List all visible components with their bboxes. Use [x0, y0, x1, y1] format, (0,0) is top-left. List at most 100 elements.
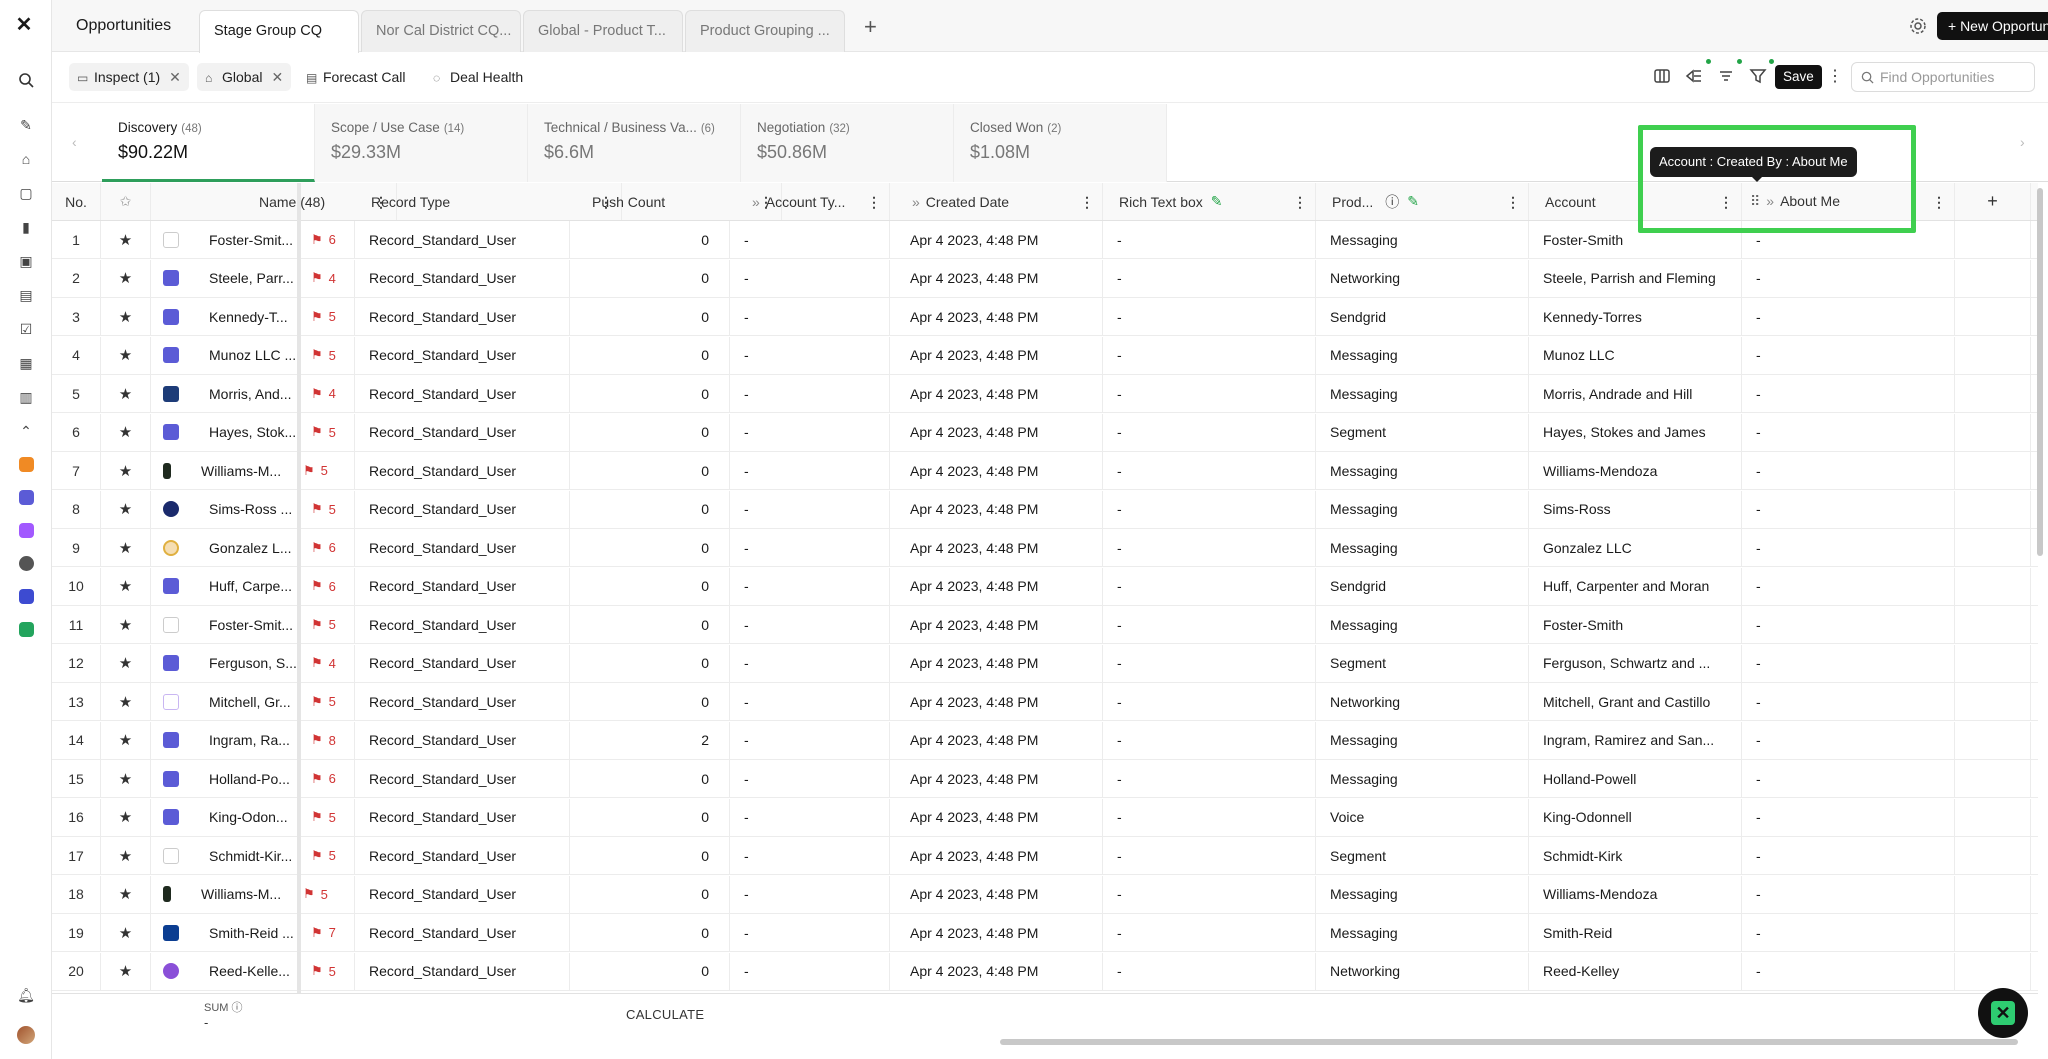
chip-deal-health[interactable]: ◌ Deal Health [425, 63, 531, 91]
record-type-cell[interactable]: Record_Standard_User [355, 567, 570, 605]
pin-icon[interactable]: ✎ [16, 115, 36, 135]
stage-card-discovery[interactable]: Discovery (48) $90.22M [102, 104, 315, 182]
record-type-cell[interactable]: Record_Standard_User [355, 529, 570, 566]
stage-next-arrow[interactable]: › [2020, 134, 2025, 150]
push-count-cell[interactable]: 0 [570, 452, 730, 489]
stage-prev-arrow[interactable]: ‹ [72, 134, 77, 150]
product-cell[interactable]: Messaging [1316, 529, 1529, 566]
app-building-icon[interactable] [19, 490, 34, 505]
col-header-no[interactable]: No. [52, 183, 101, 220]
favorite-star-icon[interactable]: ★ [101, 952, 151, 990]
sum-label[interactable]: SUM ⓘ [204, 999, 243, 1015]
table-row[interactable]: 8 ★ Sims-Ross ... ⚑ 5 Record_Standard_User 0- A… [52, 490, 2038, 529]
name-cell[interactable]: Holland-Po... ⚑ 6 [151, 760, 355, 797]
account-cell[interactable]: Holland-Powell [1529, 760, 1742, 797]
opportunity-name[interactable]: Foster-Smit... [209, 617, 305, 633]
push-count-cell[interactable]: 0 [570, 375, 730, 412]
push-count-cell[interactable]: 0 [570, 798, 730, 836]
push-count-cell[interactable]: 0 [570, 336, 730, 374]
favorite-star-icon[interactable]: ★ [101, 452, 151, 489]
record-type-cell[interactable]: Record_Standard_User [355, 490, 570, 528]
opportunity-name[interactable]: Williams-M... [201, 886, 297, 902]
product-cell[interactable]: Messaging [1316, 452, 1529, 489]
rich-text-cell[interactable]: - [1103, 875, 1316, 913]
product-cell[interactable]: Messaging [1316, 490, 1529, 528]
product-cell[interactable]: Messaging [1316, 221, 1529, 258]
rich-text-cell[interactable]: - [1103, 221, 1316, 258]
account-type-cell[interactable]: - [730, 798, 890, 836]
vertical-scrollbar[interactable] [2037, 188, 2043, 556]
table-row[interactable]: 4 ★ Munoz LLC ... ⚑ 5 Record_Standard_User 0- A… [52, 336, 2038, 375]
about-me-cell[interactable]: - [1742, 606, 1955, 643]
table-row[interactable]: 5 ★ Morris, And... ⚑ 4 Record_Standard_User 0-… [52, 375, 2038, 413]
account-cell[interactable]: Williams-Mendoza [1529, 875, 1742, 913]
about-me-cell[interactable]: - [1742, 375, 1955, 412]
chevron-up-icon[interactable]: ⌃ [16, 421, 36, 441]
rich-text-cell[interactable]: - [1103, 298, 1316, 335]
push-count-cell[interactable]: 0 [570, 952, 730, 990]
push-count-cell[interactable]: 0 [570, 760, 730, 797]
name-cell[interactable]: Kennedy-T... ⚑ 5 [151, 298, 355, 335]
rich-text-cell[interactable]: - [1103, 529, 1316, 566]
push-count-cell[interactable]: 2 [570, 721, 730, 759]
account-type-cell[interactable]: - [730, 644, 890, 682]
opportunity-name[interactable]: Holland-Po... [209, 771, 305, 787]
tab-global-product[interactable]: Global - Product T... [523, 10, 683, 52]
col-header-product[interactable]: Prod... ⓘ ✎ ⋮ [1316, 183, 1529, 220]
opportunity-name[interactable]: King-Odon... [209, 809, 305, 825]
created-date-cell[interactable]: Apr 4 2023, 4:48 PM [890, 413, 1103, 451]
record-type-cell[interactable]: Record_Standard_User [355, 413, 570, 451]
report-icon[interactable]: ▥ [16, 387, 36, 407]
created-date-cell[interactable]: Apr 4 2023, 4:48 PM [890, 298, 1103, 335]
created-date-cell[interactable]: Apr 4 2023, 4:48 PM [890, 490, 1103, 528]
about-me-cell[interactable]: - [1742, 413, 1955, 451]
user-avatar[interactable] [17, 1026, 35, 1044]
opportunity-name[interactable]: Foster-Smit... [209, 232, 305, 248]
col-header-rich-text[interactable]: Rich Text box ✎ ⋮ [1103, 183, 1316, 220]
about-me-cell[interactable]: - [1742, 452, 1955, 489]
rich-text-cell[interactable]: - [1103, 721, 1316, 759]
account-type-cell[interactable]: - [730, 259, 890, 297]
name-cell[interactable]: Foster-Smit... ⚑ 6 [151, 221, 355, 258]
about-me-cell[interactable]: - [1742, 952, 1955, 990]
opportunity-name[interactable]: Ferguson, S... [209, 655, 305, 671]
push-count-cell[interactable]: 0 [570, 259, 730, 297]
table-row[interactable]: 19 ★ Smith-Reid ... ⚑ 7 Record_Standard_User 0… [52, 914, 2038, 952]
push-count-cell[interactable]: 0 [570, 298, 730, 335]
column-menu-icon[interactable]: ⋮ [1719, 194, 1733, 211]
favorite-star-icon[interactable]: ★ [101, 875, 151, 913]
account-type-cell[interactable]: - [730, 683, 890, 720]
col-header-created-date[interactable]: » Created Date ⋮ [890, 183, 1103, 220]
frozen-column-divider[interactable] [297, 183, 301, 993]
about-me-cell[interactable]: - [1742, 875, 1955, 913]
column-menu-icon[interactable]: ⋮ [1080, 194, 1094, 211]
opportunity-name[interactable]: Smith-Reid ... [209, 925, 305, 941]
table-row[interactable]: 14 ★ Ingram, Ra... ⚑ 8 Record_Standard_User 2-… [52, 721, 2038, 760]
opportunity-name[interactable]: Morris, And... [209, 386, 305, 402]
tab-nor-cal-district[interactable]: Nor Cal District CQ... [361, 10, 521, 52]
product-cell[interactable]: Networking [1316, 683, 1529, 720]
product-cell[interactable]: Sendgrid [1316, 298, 1529, 335]
save-button[interactable]: Save [1775, 65, 1822, 89]
about-me-cell[interactable]: - [1742, 336, 1955, 374]
account-type-cell[interactable]: - [730, 490, 890, 528]
product-cell[interactable]: Messaging [1316, 875, 1529, 913]
product-cell[interactable]: Messaging [1316, 721, 1529, 759]
add-column-button[interactable]: + [1955, 183, 2031, 220]
sort-icon[interactable] [1717, 67, 1735, 85]
push-count-cell[interactable]: 0 [570, 413, 730, 451]
favorite-star-icon[interactable]: ★ [101, 413, 151, 451]
rich-text-cell[interactable]: - [1103, 683, 1316, 720]
app-cursor-icon[interactable] [19, 589, 34, 604]
push-count-cell[interactable]: 0 [570, 683, 730, 720]
pin-icon[interactable]: ✎ [1211, 193, 1223, 210]
schedule-icon[interactable]: ▦ [16, 353, 36, 373]
table-row[interactable]: 9 ★ Gonzalez L... ⚑ 6 Record_Standard_User 0- A… [52, 529, 2038, 567]
created-date-cell[interactable]: Apr 4 2023, 4:48 PM [890, 875, 1103, 913]
about-me-cell[interactable]: - [1742, 259, 1955, 297]
app-hex-icon[interactable] [19, 556, 34, 571]
table-row[interactable]: 13 ★ Mitchell, Gr... ⚑ 5 Record_Standard_User… [52, 683, 2038, 721]
assistant-fab-button[interactable]: ✕ [1978, 988, 2028, 1038]
name-cell[interactable]: Munoz LLC ... ⚑ 5 [151, 336, 355, 374]
account-type-cell[interactable]: - [730, 221, 890, 258]
